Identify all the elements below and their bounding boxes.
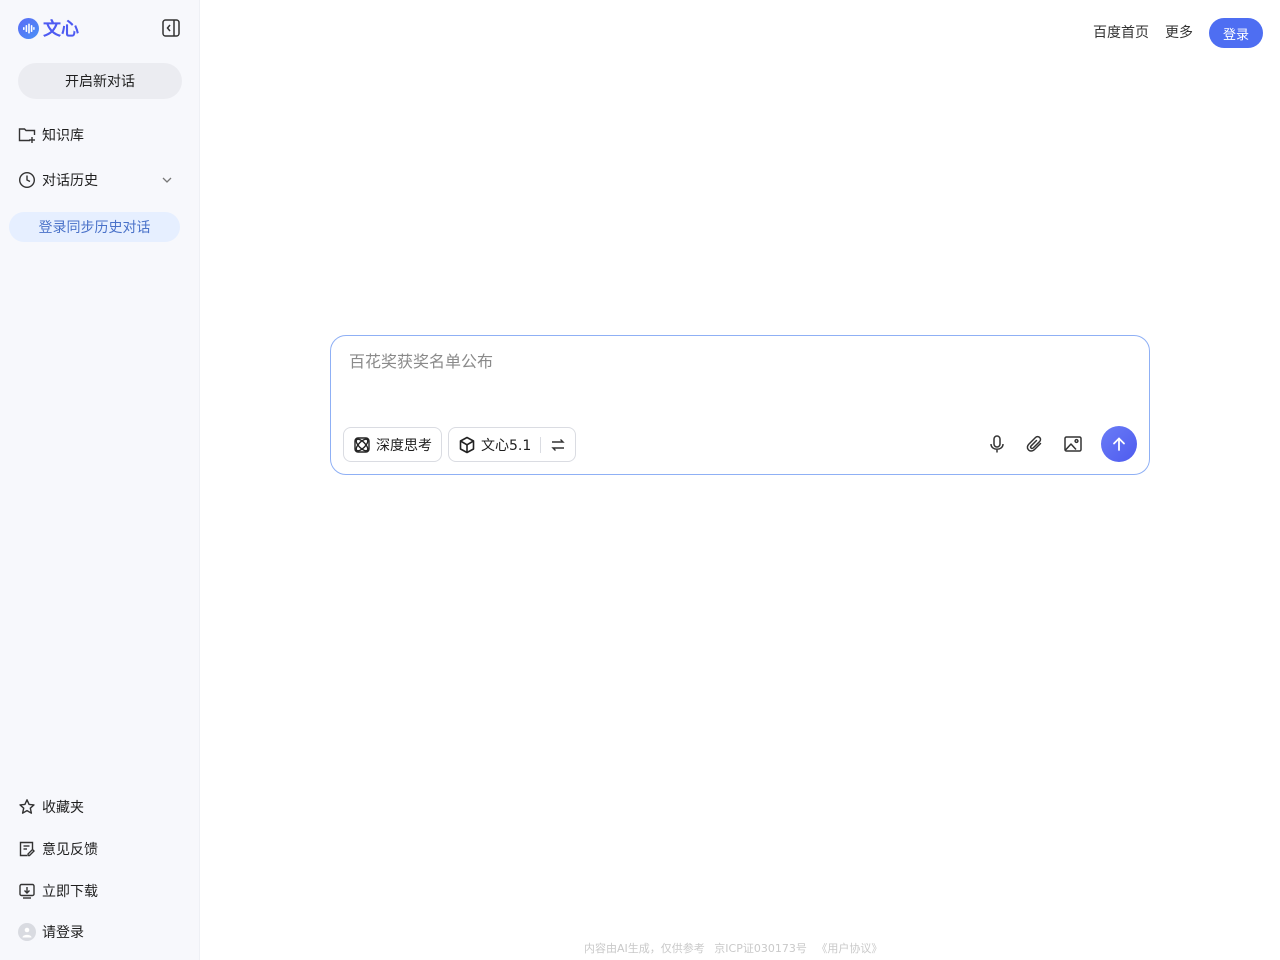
sidebar-item-history[interactable]: 对话历史 [18, 168, 182, 192]
footer: 内容由AI生成，仅供参考 京ICP证030173号 《用户协议》 [584, 940, 888, 956]
deep-think-icon [354, 436, 370, 453]
attachment-icon[interactable] [1023, 432, 1047, 456]
sidebar-item-label: 收藏夹 [42, 800, 84, 816]
new-chat-button[interactable]: 开启新对话 [18, 63, 182, 99]
collapse-sidebar-icon[interactable] [161, 18, 181, 38]
download-icon [19, 883, 35, 899]
avatar-icon [18, 923, 36, 941]
brand-logo[interactable]: 文心 [18, 16, 79, 40]
chip-divider [540, 436, 542, 453]
feedback-icon [19, 841, 35, 857]
sidebar-item-label: 请登录 [42, 925, 84, 941]
send-button[interactable] [1101, 426, 1137, 462]
deep-think-toggle[interactable]: 深度思考 [343, 427, 442, 462]
sidebar-item-feedback[interactable]: 意见反馈 [18, 837, 182, 861]
more-link[interactable]: 更多 [1165, 18, 1193, 48]
model-selector[interactable]: 文心5.1 [448, 427, 577, 462]
ai-disclaimer: 内容由AI生成，仅供参考 [584, 942, 705, 955]
sidebar-item-label: 知识库 [42, 128, 84, 144]
top-nav: 百度首页 更多 登录 [1093, 18, 1263, 48]
chat-composer: 深度思考 文心5.1 [330, 335, 1150, 475]
login-button[interactable]: 登录 [1208, 18, 1263, 48]
model-label: 文心5.1 [481, 437, 532, 454]
sidebar-item-download[interactable]: 立即下载 [18, 879, 182, 903]
sidebar-item-label: 对话历史 [42, 173, 98, 189]
microphone-icon[interactable] [985, 432, 1009, 456]
login-sync-history-button[interactable]: 登录同步历史对话 [9, 212, 180, 242]
baidu-home-link[interactable]: 百度首页 [1093, 18, 1149, 48]
sidebar-item-knowledge-base[interactable]: 知识库 [18, 123, 182, 147]
star-icon [19, 799, 35, 814]
chat-input[interactable] [349, 348, 1129, 408]
wenxin-logo-icon [18, 17, 39, 39]
sidebar-item-login[interactable]: 请登录 [18, 920, 182, 944]
icp-license-link[interactable]: 京ICP证030173号 [714, 942, 807, 955]
switch-model-icon[interactable] [550, 437, 566, 453]
sidebar-item-favorites[interactable]: 收藏夹 [18, 795, 182, 819]
sidebar: 文心 开启新对话 知识库 对话历史 登录同步历史对话 收藏夹 意见反馈 立即下载… [0, 0, 200, 960]
user-agreement-link[interactable]: 《用户协议》 [816, 942, 882, 955]
brand-name: 文心 [43, 19, 79, 40]
arrow-up-icon [1113, 437, 1125, 451]
folder-plus-icon [18, 128, 36, 143]
sidebar-item-label: 立即下载 [42, 884, 98, 900]
model-cube-icon [459, 436, 475, 453]
image-upload-icon[interactable] [1061, 432, 1085, 456]
chevron-down-icon[interactable] [160, 173, 174, 187]
sidebar-item-label: 意见反馈 [42, 842, 98, 858]
deep-think-label: 深度思考 [376, 437, 432, 454]
clock-icon [18, 171, 36, 189]
